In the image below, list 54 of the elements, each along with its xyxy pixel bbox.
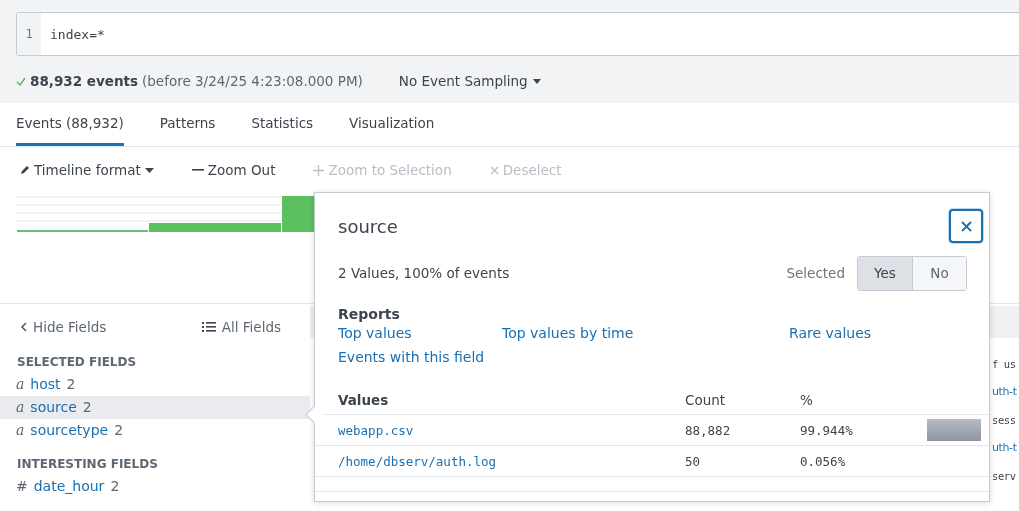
selected-label: Selected xyxy=(786,265,845,281)
tab[interactable]: Statistics xyxy=(251,103,314,146)
column-header: % xyxy=(800,391,814,408)
sampling-dropdown[interactable]: No Event Sampling xyxy=(398,73,541,89)
toggle-button[interactable]: No xyxy=(912,256,966,290)
check-icon xyxy=(16,76,26,86)
field-item[interactable]: a sourcetype 2 xyxy=(0,419,310,442)
toggle-button[interactable]: Yes xyxy=(858,256,912,290)
close-icon xyxy=(960,220,972,232)
count-cell-text: 50 xyxy=(685,453,702,469)
line-number: 1 xyxy=(17,13,41,55)
search-query: index=* xyxy=(49,26,105,42)
popup-title: source xyxy=(338,215,398,237)
list-icon xyxy=(201,322,216,332)
close-button[interactable] xyxy=(949,209,983,243)
plus-icon xyxy=(313,164,325,176)
percent-cell-text: 99.944% xyxy=(800,422,854,438)
report-link[interactable]: Top values by time xyxy=(502,325,789,341)
event-text: serv xyxy=(992,469,1016,484)
caret-icon xyxy=(532,78,541,84)
pencil-icon xyxy=(20,165,30,175)
report-link[interactable]: Rare values xyxy=(789,325,967,341)
percent-cell-text: 0.056% xyxy=(800,453,847,469)
toolbar-button[interactable]: Timeline format xyxy=(20,162,154,178)
tab[interactable]: Visualization xyxy=(349,103,435,146)
summary-text: 2 Values, 100% of events xyxy=(338,265,510,281)
report-link[interactable]: Top values xyxy=(338,325,502,341)
hide-fields-button[interactable]: Hide Fields xyxy=(21,319,107,335)
section-heading: SELECTED FIELDS xyxy=(16,354,138,371)
search-field[interactable]: 1 index=* xyxy=(16,12,1019,56)
x-icon xyxy=(489,165,499,175)
field-item[interactable]: # date_hour 2 xyxy=(0,475,310,498)
tab[interactable]: Patterns xyxy=(159,103,216,146)
column-header: Count xyxy=(685,391,727,408)
reports-heading: Reports xyxy=(338,305,401,324)
all-fields-button[interactable]: All Fields xyxy=(201,319,281,335)
chevron-left-icon xyxy=(21,322,27,332)
time-range: (before 3/24/25 4:23:08.000 PM) xyxy=(142,73,363,89)
value-link[interactable]: /home/dbserv/auth.log xyxy=(338,453,685,469)
toolbar-button[interactable]: Zoom Out xyxy=(191,162,276,178)
event-text: sess xyxy=(992,413,1016,428)
field-item[interactable]: a source 2 xyxy=(0,396,310,419)
event-count: 88,932 events xyxy=(30,73,138,89)
section-heading: INTERESTING FIELDS xyxy=(16,456,159,473)
value-link[interactable]: webapp.csv xyxy=(338,422,685,438)
report-link[interactable]: Events with this field xyxy=(338,349,502,365)
count-cell-text: 88,882 xyxy=(685,422,732,438)
tab[interactable]: Events (88,932) xyxy=(16,103,124,146)
field-item[interactable]: a host 2 xyxy=(0,373,310,396)
event-link[interactable]: uth-t xyxy=(992,378,1017,406)
caret-icon xyxy=(144,167,154,173)
event-link[interactable]: uth-t xyxy=(992,434,1017,462)
event-text: f us xyxy=(992,357,1016,372)
column-header: Values xyxy=(338,391,390,408)
